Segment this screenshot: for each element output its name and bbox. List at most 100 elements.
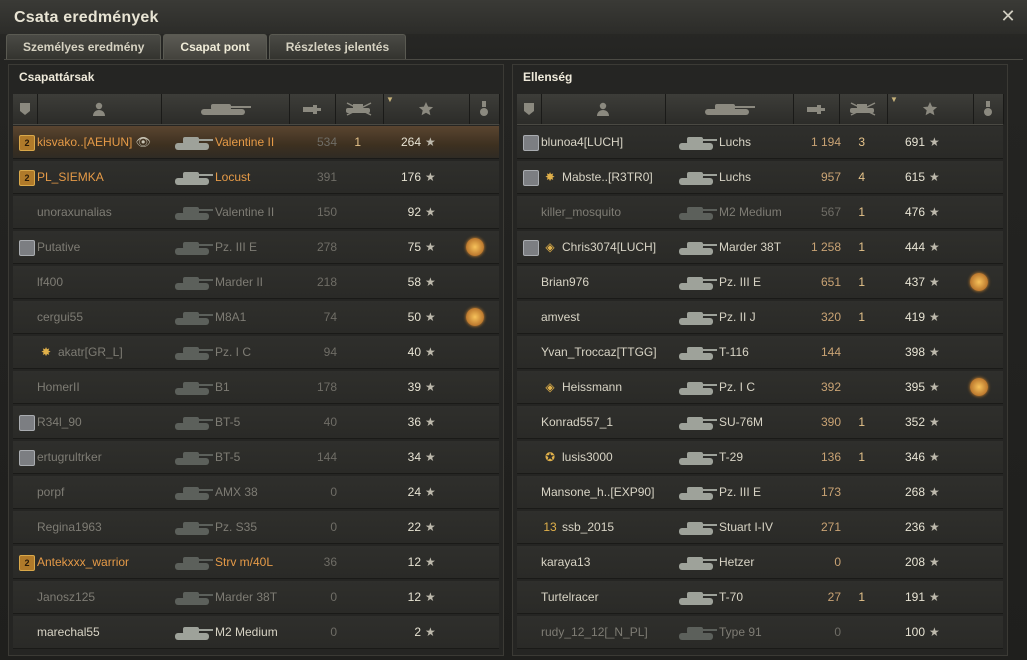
player-row[interactable]: ✸ Mabste..[R3TR0] Luchs 957 4 615 ★ [517,161,1003,194]
player-name: HomerII [37,380,80,394]
damage-value: 567 [820,205,841,219]
player-name-cell: Konrad557_1 [541,406,681,438]
player-name-cell: Brian976 [541,266,681,298]
kills-value [835,336,865,368]
column-player-icon[interactable] [541,94,666,124]
column-xp-star-icon[interactable]: ▼ [383,94,470,124]
close-icon[interactable]: ✕ [999,7,1017,25]
player-row[interactable]: ertugrultrker BT-5 144 34 ★ [13,441,499,474]
column-medal-icon[interactable] [469,94,500,124]
player-row[interactable]: cergui55 M8A1 74 50 ★ [13,301,499,334]
xp-star-icon: ★ [929,415,940,429]
damage-value: 144 [820,345,841,359]
player-row[interactable]: karaya13 Hetzer 0 208 ★ [517,546,1003,579]
player-name: R34l_90 [37,415,82,429]
player-row[interactable]: porpf AMX 38 0 24 ★ [13,476,499,509]
player-name-cell: amvest [541,301,681,333]
kills-value [331,616,361,648]
player-name: lf400 [37,275,64,289]
column-squad-icon[interactable] [13,94,38,124]
xp-value: 352 [904,415,925,429]
column-tank-icon[interactable] [665,94,794,124]
column-damage-icon[interactable] [289,94,336,124]
player-name: akatr[GR_L] [58,345,123,359]
player-row[interactable]: unoraxunalias Valentine II 150 92 ★ [13,196,499,229]
player-row[interactable]: lf400 Marder II 218 58 ★ [13,266,499,299]
column-damage-icon[interactable] [793,94,840,124]
tank-icon [677,371,723,403]
damage-value: 136 [820,450,841,464]
player-row[interactable]: blunoa4[LUCH] Luchs 1 194 3 691 ★ [517,126,1003,159]
column-kills-icon[interactable] [839,94,888,124]
medal-cell [459,581,489,613]
player-row[interactable]: marechal55 M2 Medium 0 2 ★ [13,616,499,649]
player-row[interactable]: 2 Antekxxx_warrior Strv m/40L 36 12 ★ [13,546,499,579]
xp-star-icon: ★ [425,590,436,604]
player-name-cell: 13 ssb_2015 [541,511,681,543]
xp-star-icon: ★ [929,590,940,604]
player-row[interactable]: ✪ lusis3000 T-29 136 1 346 ★ [517,441,1003,474]
player-row[interactable]: ◈ Heissmann Pz. I C 392 395 ★ [517,371,1003,404]
squad-rank-icon [19,450,35,466]
kills-value [835,511,865,543]
player-name: Brian976 [541,275,590,289]
tab-team-score[interactable]: Csapat pont [163,34,267,59]
player-row[interactable]: Brian976 Pz. III E 651 1 437 ★ [517,266,1003,299]
squad-rank-cell [523,511,537,543]
player-name-cell: karaya13 [541,546,681,578]
tank-icon [677,301,723,333]
player-row[interactable]: HomerII B1 178 39 ★ [13,371,499,404]
player-row[interactable]: rudy_12_12[_N_PL] Type 91 0 100 ★ [517,616,1003,649]
enemies-rows: blunoa4[LUCH] Luchs 1 194 3 691 ★ ✸ Mabste..[R3… [517,126,1003,651]
medal-cell [963,511,993,543]
squad-rank-cell [19,616,33,648]
tank-icon [677,266,723,298]
squad-rank-cell [19,336,33,368]
player-name-cell: ✪ lusis3000 [541,441,681,473]
kills-value [331,301,361,333]
damage-value: 271 [820,520,841,534]
player-row[interactable]: ◈ Chris3074[LUCH] Marder 38T 1 258 1 444 ★ [517,231,1003,264]
player-row[interactable]: Putative Pz. III E 278 75 ★ [13,231,499,264]
xp-star-icon: ★ [929,345,940,359]
player-row[interactable]: 2 PL_SIEMKA Locust 391 176 ★ [13,161,499,194]
column-squad-icon[interactable] [517,94,542,124]
player-row[interactable]: amvest Pz. II J 320 1 419 ★ [517,301,1003,334]
player-row[interactable]: Turtelracer T-70 27 1 191 ★ [517,581,1003,614]
player-row[interactable]: 2 kisvako..[AEHUN] 👁 Valentine II 534 1 264 ★ [13,126,499,159]
player-row[interactable]: ✸ akatr[GR_L] Pz. I C 94 40 ★ [13,336,499,369]
player-row[interactable]: Mansone_h..[EXP90] Pz. III E 173 268 ★ [517,476,1003,509]
medal-cell [963,616,993,648]
tab-detailed-report[interactable]: Részletes jelentés [268,34,407,59]
player-row[interactable]: Konrad557_1 SU-76M 390 1 352 ★ [517,406,1003,439]
xp-star-icon: ★ [425,415,436,429]
player-row[interactable]: 13 ssb_2015 Stuart I-IV 271 236 ★ [517,511,1003,544]
kills-value: 1 [858,310,865,324]
clan-emblem-icon: ✸ [544,170,556,184]
player-name-cell: cergui55 [37,301,177,333]
column-xp-star-icon[interactable]: ▼ [887,94,974,124]
tank-icon [173,581,219,613]
column-player-icon[interactable] [37,94,162,124]
damage-value: 74 [323,310,337,324]
player-row[interactable]: R34l_90 BT-5 40 36 ★ [13,406,499,439]
medal-icon [466,238,484,256]
xp-value: 39 [407,380,421,394]
column-medal-icon[interactable] [973,94,1004,124]
column-tank-icon[interactable] [161,94,290,124]
player-row[interactable]: killer_mosquito M2 Medium 567 1 476 ★ [517,196,1003,229]
medal-icon [984,101,992,116]
player-row[interactable]: Yvan_Troccaz[TTGG] T-116 144 398 ★ [517,336,1003,369]
player-name: Putative [37,240,81,254]
kills-icon [346,102,372,116]
kills-value [331,476,361,508]
tab-personal-result[interactable]: Személyes eredmény [6,34,162,59]
player-name-cell: PL_SIEMKA [37,161,177,193]
column-kills-icon[interactable] [335,94,384,124]
xp-star-icon: ★ [929,135,940,149]
player-row[interactable]: Regina1963 Pz. S35 0 22 ★ [13,511,499,544]
tank-icon [173,231,219,263]
player-row[interactable]: Janosz125 Marder 38T 0 12 ★ [13,581,499,614]
xp-star-icon: ★ [425,275,436,289]
player-name: Mansone_h..[EXP90] [541,485,655,499]
